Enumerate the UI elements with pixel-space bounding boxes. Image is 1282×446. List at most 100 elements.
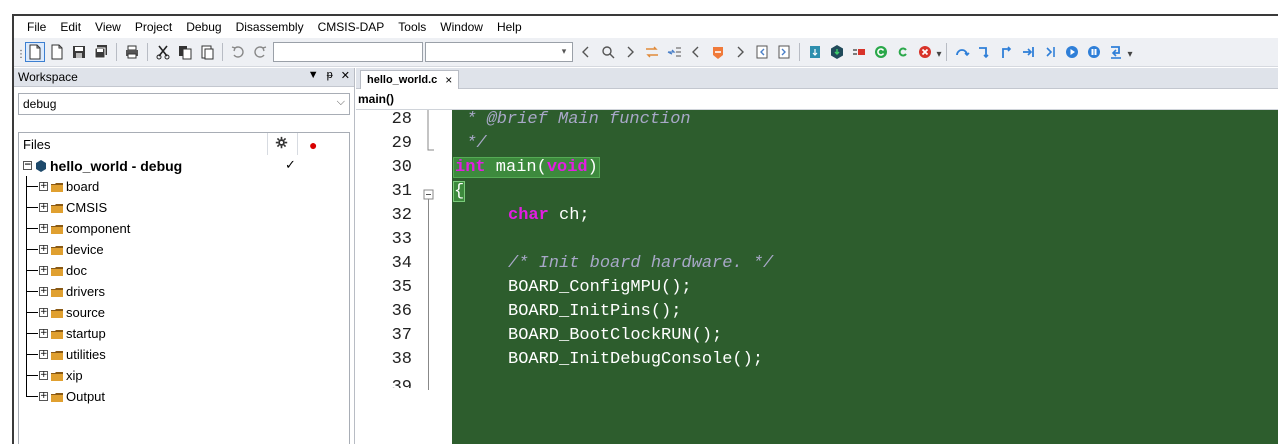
undo-icon[interactable] (228, 42, 248, 62)
workspace-title: Workspace (18, 70, 78, 84)
expand-icon[interactable]: + (39, 287, 48, 296)
break-icon[interactable] (1084, 42, 1104, 62)
folder-label: doc (66, 263, 87, 278)
expand-icon[interactable]: + (39, 371, 48, 380)
tree-folder-drivers[interactable]: + drivers (19, 281, 349, 302)
go-icon[interactable] (1062, 42, 1082, 62)
enable-breakpoint-icon[interactable] (893, 42, 913, 62)
nav-forward-icon[interactable] (730, 42, 750, 62)
tree-folder-xip[interactable]: + xip (19, 365, 349, 386)
expand-icon[interactable]: + (39, 245, 48, 254)
folder-icon (51, 203, 63, 213)
tree-folder-source[interactable]: + source (19, 302, 349, 323)
panel-menu-icon[interactable]: ▼ (308, 69, 319, 82)
toggle-breakpoint-icon[interactable] (871, 42, 891, 62)
workspace-panel: Workspace ▼ ᵽ ✕ debug ⌵ Files ● − hello_… (14, 68, 355, 444)
menu-disassembly[interactable]: Disassembly (229, 20, 311, 34)
step-out-icon[interactable] (996, 42, 1016, 62)
compile-icon[interactable] (805, 42, 825, 62)
tree-folder-board[interactable]: + board (19, 176, 349, 197)
function-scope-bar[interactable]: main() (356, 89, 1278, 110)
save-all-icon[interactable] (91, 42, 111, 62)
menu-cmsis-dap[interactable]: CMSIS-DAP (311, 20, 392, 34)
previous-bookmark-icon[interactable] (752, 42, 772, 62)
find-combo-2[interactable]: ▾ (425, 42, 573, 62)
find-combo[interactable] (273, 42, 423, 62)
copy-icon[interactable] (175, 42, 195, 62)
tree-folder-component[interactable]: + component (19, 218, 349, 239)
print-icon[interactable] (122, 42, 142, 62)
chevron-down-icon[interactable]: ⌵ (337, 96, 345, 109)
find-previous-icon[interactable] (576, 42, 596, 62)
close-icon[interactable]: ✕ (341, 69, 350, 82)
expand-icon[interactable]: + (39, 329, 48, 338)
project-icon (36, 159, 46, 172)
step-over-icon[interactable] (952, 42, 972, 62)
make-icon[interactable] (827, 42, 847, 62)
new-workspace-icon[interactable] (25, 42, 45, 62)
stop-build-icon[interactable] (849, 42, 869, 62)
menu-bar: File Edit View Project Debug Disassembly… (14, 16, 1278, 38)
find-icon[interactable] (598, 42, 618, 62)
expand-icon[interactable]: + (39, 350, 48, 359)
goto-line-icon[interactable] (664, 42, 684, 62)
menu-help[interactable]: Help (490, 20, 529, 34)
expand-icon[interactable]: + (39, 182, 48, 191)
chevron-down-icon[interactable]: ▾ (558, 45, 570, 57)
menu-window[interactable]: Window (433, 20, 490, 34)
next-statement-icon[interactable] (1018, 42, 1038, 62)
expand-icon[interactable]: + (39, 392, 48, 401)
expand-icon[interactable]: + (39, 266, 48, 275)
run-to-cursor-icon[interactable] (1040, 42, 1060, 62)
tree-folder-output[interactable]: + Output (19, 386, 349, 407)
step-into-icon[interactable] (974, 42, 994, 62)
menu-view[interactable]: View (88, 20, 128, 34)
tree-folder-utilities[interactable]: + utilities (19, 344, 349, 365)
folder-icon (51, 287, 63, 297)
menu-file[interactable]: File (20, 20, 53, 34)
folder-icon (51, 350, 63, 360)
code-line-28: * @brief Main function (456, 110, 691, 129)
tree-project-node[interactable]: − hello_world - debug ✓ (19, 155, 349, 176)
toolbar-overflow-icon[interactable]: ▾ (936, 44, 942, 60)
replace-icon[interactable] (642, 42, 662, 62)
folder-label: utilities (66, 347, 106, 362)
tree-folder-doc[interactable]: + doc (19, 260, 349, 281)
remove-breakpoints-icon[interactable] (915, 42, 935, 62)
tree-folder-startup[interactable]: + startup (19, 323, 349, 344)
cut-icon[interactable] (153, 42, 173, 62)
toolbar-grip[interactable]: ⋮ (16, 44, 26, 60)
expand-icon[interactable]: + (39, 224, 48, 233)
workspace-header: Workspace ▼ ᵽ ✕ (14, 68, 354, 87)
pin-icon[interactable]: ᵽ (327, 69, 333, 82)
next-bookmark-icon[interactable] (774, 42, 794, 62)
nav-back-icon[interactable] (686, 42, 706, 62)
paste-icon[interactable] (197, 42, 217, 62)
new-file-icon[interactable] (47, 42, 67, 62)
menu-project[interactable]: Project (128, 20, 179, 34)
code-line-31: { (453, 181, 466, 202)
code-area[interactable]: 28 29 30 31 32 33 34 35 36 37 38 39 * @b… (356, 110, 1278, 444)
menu-edit[interactable]: Edit (53, 20, 88, 34)
folder-icon (51, 308, 63, 318)
reset-icon[interactable] (1106, 42, 1126, 62)
toolbar-overflow-icon[interactable]: ▾ (1127, 44, 1133, 60)
configuration-select[interactable]: debug ⌵ (18, 93, 350, 115)
save-icon[interactable] (69, 42, 89, 62)
tree-connector (23, 239, 39, 260)
folder-label: device (66, 242, 104, 257)
tab-hello-world[interactable]: hello_world.c × (360, 70, 460, 89)
collapse-icon[interactable]: − (23, 161, 32, 170)
code-line-29: */ (456, 134, 487, 153)
expand-icon[interactable]: + (39, 203, 48, 212)
redo-icon[interactable] (250, 42, 270, 62)
gear-icon[interactable] (275, 136, 288, 152)
find-next-icon[interactable] (620, 42, 640, 62)
menu-tools[interactable]: Tools (391, 20, 433, 34)
tree-folder-cmsis[interactable]: + CMSIS (19, 197, 349, 218)
menu-debug[interactable]: Debug (179, 20, 228, 34)
close-tab-icon[interactable]: × (445, 73, 452, 87)
tree-folder-device[interactable]: + device (19, 239, 349, 260)
expand-icon[interactable]: + (39, 308, 48, 317)
bookmark-icon[interactable] (708, 42, 728, 62)
